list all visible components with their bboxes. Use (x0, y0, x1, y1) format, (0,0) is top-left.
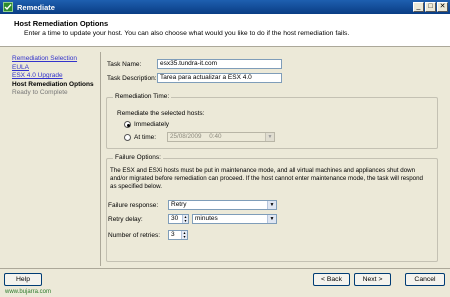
retry-delay-label: Retry delay: (108, 216, 143, 223)
title-bar: Remediate _ □ ✕ (0, 0, 450, 14)
at-time-datetime-picker: 25/08/2009 0:40 ▼ (167, 132, 275, 142)
retry-delay-stepper[interactable]: 30 ▲ ▼ (168, 214, 189, 224)
failure-response-select[interactable]: Retry ▼ (168, 200, 277, 210)
nav-step-esx-upgrade[interactable]: ESX 4.0 Upgrade (12, 72, 98, 81)
minimize-button[interactable]: _ (413, 2, 424, 12)
watermark-text: www.bujarra.com (5, 289, 52, 295)
window-title: Remediate (17, 2, 55, 12)
maximize-button[interactable]: □ (425, 2, 436, 12)
wizard-header: Host Remediation Options Enter a time to… (0, 14, 450, 47)
immediately-radio[interactable] (124, 121, 131, 128)
at-time-label[interactable]: At time: (134, 134, 156, 141)
close-button[interactable]: ✕ (437, 2, 448, 12)
remediate-hosts-prompt: Remediate the selected hosts: (117, 110, 205, 117)
cancel-button[interactable]: Cancel (405, 273, 445, 286)
retry-delay-unit-select[interactable]: minutes ▼ (192, 214, 277, 224)
number-of-retries-label: Number of retries: (108, 232, 161, 239)
nav-step-eula[interactable]: EULA (12, 64, 98, 73)
back-button[interactable]: < Back (313, 273, 350, 286)
chevron-down-icon[interactable]: ▼ (267, 201, 276, 209)
nav-step-remediation-selection[interactable]: Remediation Selection (12, 55, 98, 64)
retry-delay-value: 30 (171, 215, 179, 222)
stepper-buttons[interactable]: ▲ ▼ (182, 215, 188, 223)
failure-response-label: Failure response: (108, 202, 159, 209)
wizard-steps-nav: Remediation Selection EULA ESX 4.0 Upgra… (12, 55, 98, 98)
failure-options-legend: Failure Options: (113, 154, 163, 161)
immediately-label[interactable]: Immediately (134, 121, 169, 128)
at-time-radio[interactable] (124, 134, 131, 141)
page-title: Host Remediation Options (14, 19, 109, 28)
stepper-buttons[interactable]: ▲ ▼ (181, 231, 187, 239)
task-name-label: Task Name: (107, 61, 142, 68)
help-button[interactable]: Help (4, 273, 42, 286)
task-name-input[interactable]: esx35.tundra-it.com (157, 59, 282, 69)
spin-down-icon[interactable]: ▼ (182, 235, 187, 239)
task-description-input[interactable]: Tarea para actualizar a ESX 4.0 (157, 73, 282, 83)
chevron-down-icon[interactable]: ▼ (267, 215, 276, 223)
spin-down-icon[interactable]: ▼ (183, 219, 188, 223)
at-time-date: 25/08/2009 (170, 133, 202, 140)
failure-options-description: The ESX and ESXi hosts must be put in ma… (110, 167, 423, 190)
number-of-retries-stepper[interactable]: 3 ▲ ▼ (168, 230, 188, 240)
number-of-retries-value: 3 (171, 231, 175, 238)
chevron-down-icon: ▼ (265, 133, 274, 141)
remediation-time-legend: Remediation Time: (113, 93, 172, 100)
nav-divider (100, 52, 101, 266)
retry-delay-unit-value: minutes (195, 215, 218, 222)
nav-step-ready-to-complete: Ready to Complete (12, 89, 68, 96)
next-button[interactable]: Next > (354, 273, 391, 286)
at-time-time: 0:40 (209, 133, 222, 140)
footer-divider (0, 268, 450, 269)
task-description-label: Task Description: (107, 75, 157, 82)
page-subtitle: Enter a time to update your host. You ca… (24, 30, 350, 37)
radio-selected-dot (126, 123, 130, 127)
nav-step-host-remediation-options: Host Remediation Options (12, 80, 94, 88)
remediate-app-icon (3, 2, 13, 12)
failure-response-value: Retry (171, 201, 187, 208)
